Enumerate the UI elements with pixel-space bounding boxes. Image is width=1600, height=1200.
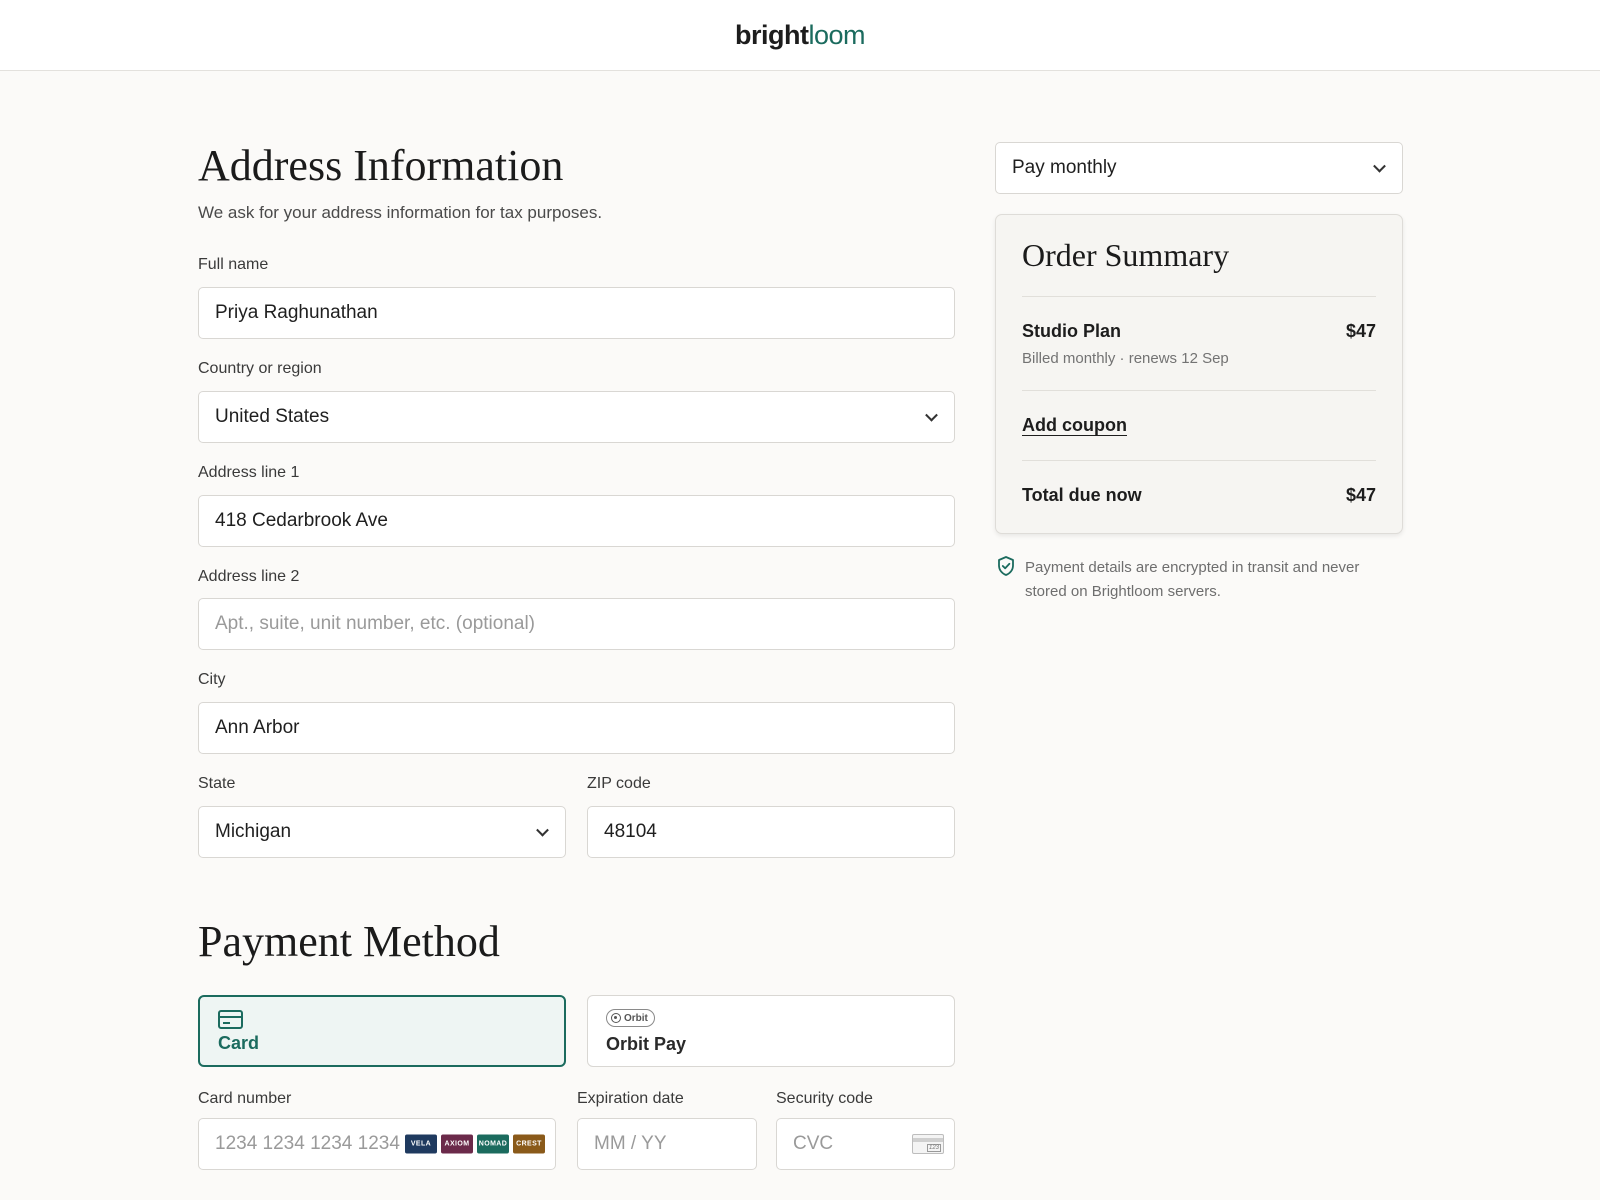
country-label: Country or region xyxy=(198,360,322,377)
payment-method-card-label: Card xyxy=(218,1033,260,1053)
cvc-icon-text: 123 xyxy=(926,1144,941,1152)
city-label: City xyxy=(198,671,226,688)
card-number-input[interactable]: 1234 1234 1234 1234 VELA AXIOM NOMAD CRE… xyxy=(198,1118,556,1170)
address-line2-input[interactable]: Apt., suite, unit number, etc. (optional… xyxy=(198,598,955,650)
payment-method-orbit-label: Orbit Pay xyxy=(606,1034,687,1054)
cvc-card-icon: 123 xyxy=(912,1134,944,1154)
billing-frequency-select[interactable]: Pay monthly xyxy=(995,142,1403,194)
city-input[interactable]: Ann Arbor xyxy=(198,702,955,754)
full-name-input[interactable]: Priya Raghunathan xyxy=(198,287,955,339)
expiry-label: Expiration date xyxy=(577,1090,684,1107)
logo-loom: loom xyxy=(808,19,865,50)
state-value: Michigan xyxy=(215,821,292,842)
country-value: United States xyxy=(215,406,330,427)
full-name-value: Priya Raghunathan xyxy=(215,302,378,323)
address-line1-label: Address line 1 xyxy=(198,464,300,481)
zip-value: 48104 xyxy=(604,821,657,842)
vela-card-icon: VELA xyxy=(405,1134,437,1154)
plan-price: $47 xyxy=(1345,321,1376,341)
brightloom-logo[interactable]: brightloom xyxy=(734,19,866,51)
city-value: Ann Arbor xyxy=(215,717,300,738)
chevron-down-icon xyxy=(925,408,938,422)
nomad-card-icon: NOMAD xyxy=(477,1134,509,1154)
security-code-placeholder: CVC xyxy=(793,1133,834,1154)
security-code-input[interactable]: CVC 123 xyxy=(776,1118,955,1170)
security-note-text: Payment details are encrypted in transit… xyxy=(1025,559,1360,600)
expiry-input[interactable]: MM / YY xyxy=(577,1118,757,1170)
zip-label: ZIP code xyxy=(587,775,651,792)
summary-divider xyxy=(1022,460,1376,461)
payment-method-card[interactable]: Card xyxy=(198,995,566,1067)
chevron-down-icon xyxy=(1373,159,1386,173)
axiom-card-icon: AXIOM xyxy=(441,1134,473,1154)
zip-input[interactable]: 48104 xyxy=(587,806,955,858)
address-subtitle: We ask for your address information for … xyxy=(198,203,603,222)
address-line1-value: 418 Cedarbrook Ave xyxy=(215,510,388,531)
summary-divider xyxy=(1022,296,1376,297)
expiry-placeholder: MM / YY xyxy=(594,1133,667,1154)
add-coupon-link[interactable]: Add coupon xyxy=(1022,415,1127,436)
address-line2-placeholder: Apt., suite, unit number, etc. (optional… xyxy=(215,613,536,634)
plan-name: Studio Plan xyxy=(1022,321,1121,341)
card-number-placeholder: 1234 1234 1234 1234 xyxy=(215,1133,400,1154)
security-code-label: Security code xyxy=(776,1090,873,1107)
payment-title: Payment Method xyxy=(198,917,500,966)
address-line2-label: Address line 2 xyxy=(198,568,300,585)
orbit-logo-icon: Orbit xyxy=(606,1009,655,1027)
full-name-label: Full name xyxy=(198,256,269,273)
top-bar: brightloom xyxy=(0,0,1600,71)
plan-detail: Billed monthly · renews 12 Sep xyxy=(1022,350,1229,367)
summary-divider xyxy=(1022,390,1376,391)
crest-card-icon: CREST xyxy=(513,1134,545,1154)
address-line1-input[interactable]: 418 Cedarbrook Ave xyxy=(198,495,955,547)
card-brand-logos: VELA AXIOM NOMAD CREST xyxy=(401,1134,545,1154)
address-title: Address Information xyxy=(198,141,564,190)
country-select[interactable]: United States xyxy=(198,391,955,443)
payment-method-orbit-pay[interactable]: Orbit Orbit Pay xyxy=(587,995,955,1067)
orbit-badge-text: Orbit xyxy=(624,1012,648,1024)
total-label: Total due now xyxy=(1022,485,1142,505)
card-number-label: Card number xyxy=(198,1090,292,1107)
state-select[interactable]: Michigan xyxy=(198,806,566,858)
order-summary-title: Order Summary xyxy=(1022,237,1230,273)
total-value: $47 xyxy=(1345,485,1376,505)
order-summary-card: Order Summary Studio Plan $47 Billed mon… xyxy=(995,214,1403,534)
shield-check-icon xyxy=(998,556,1014,576)
logo-bright: bright xyxy=(734,19,809,50)
state-label: State xyxy=(198,775,236,792)
billing-frequency-value: Pay monthly xyxy=(1012,157,1117,178)
chevron-down-icon xyxy=(536,823,549,837)
credit-card-icon xyxy=(218,1010,243,1029)
